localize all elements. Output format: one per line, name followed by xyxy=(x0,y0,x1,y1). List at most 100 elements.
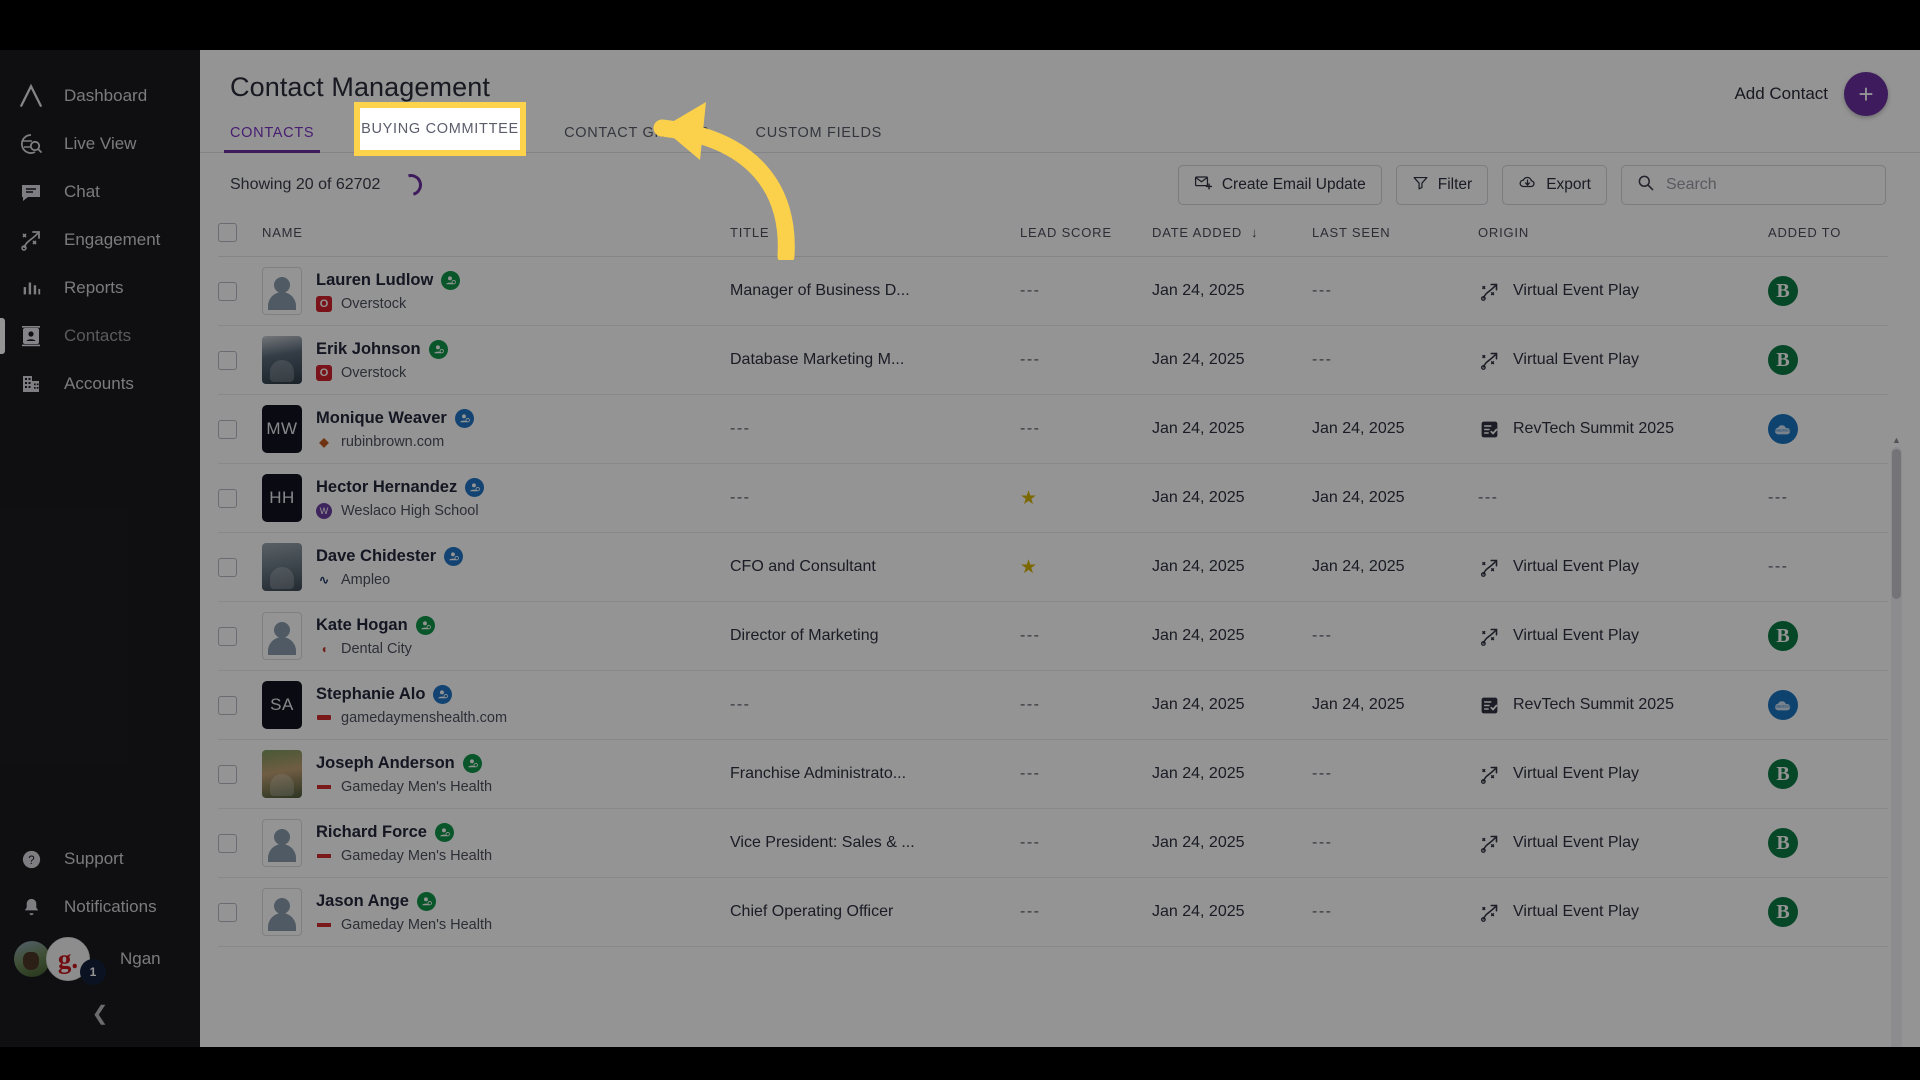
table-row[interactable]: Dave Chidester ∿ Ampleo CFO and Consultant ★… xyxy=(218,533,1888,602)
last-seen-value: Jan 24, 2025 xyxy=(1312,696,1405,713)
row-checkbox[interactable] xyxy=(218,764,237,784)
added-to-group: B xyxy=(1768,276,1888,306)
lead-score-cell: --- xyxy=(1020,602,1152,671)
table-row[interactable]: Kate Hogan ◖ Dental City Director of Market… xyxy=(218,602,1888,671)
contact-name-block: Lauren Ludlow O Overstock xyxy=(316,270,461,312)
row-select-cell xyxy=(218,533,262,602)
table-row[interactable]: Erik Johnson O Overstock Database Marketing… xyxy=(218,326,1888,395)
sidebar-item-support[interactable]: ? Support xyxy=(0,835,200,883)
add-contact-button[interactable]: + xyxy=(1844,72,1888,116)
table-row[interactable]: Joseph Anderson Gameday Men's Health Franc… xyxy=(218,740,1888,809)
contact-name-cell[interactable]: Jason Ange Gameday Men's Health xyxy=(262,878,730,947)
contact-name-cell[interactable]: Dave Chidester ∿ Ampleo xyxy=(262,533,730,602)
table-row[interactable]: MW Monique Weaver ◆ rubinbrown.com --- --- Jan… xyxy=(218,395,1888,464)
column-header-name[interactable]: NAME xyxy=(262,217,730,257)
create-email-update-button[interactable]: Create Email Update xyxy=(1177,165,1382,205)
funnel-icon xyxy=(1412,174,1429,196)
added-to-cell: salesforce xyxy=(1768,671,1888,740)
row-select-cell xyxy=(218,602,262,671)
column-header-origin[interactable]: ORIGIN xyxy=(1478,217,1768,257)
column-header-date-added[interactable]: DATE ADDED ↓ xyxy=(1152,217,1312,257)
contact-name: Jason Ange xyxy=(316,891,409,910)
contacts-table-wrap: NAME TITLE LEAD SCORE DATE ADDED ↓ LAST … xyxy=(200,217,1920,1080)
scroll-up-arrow-icon[interactable]: ▲ xyxy=(1891,435,1902,445)
contact-name-cell[interactable]: Lauren Ludlow O Overstock xyxy=(262,257,730,326)
contact-status-badge-icon xyxy=(454,408,474,428)
sidebar-item-accounts[interactable]: Accounts xyxy=(0,360,200,408)
letterbox-bottom xyxy=(0,1047,1920,1080)
last-seen-cell: --- xyxy=(1312,740,1478,809)
contact-name-cell[interactable]: SA Stephanie Alo gamedaymenshealth.com xyxy=(262,671,730,740)
svg-text:salesforce: salesforce xyxy=(1775,429,1791,433)
empty-value: --- xyxy=(1020,627,1041,644)
contact-card-icon xyxy=(14,321,48,351)
row-checkbox[interactable] xyxy=(218,419,237,439)
contact-name-line: Monique Weaver xyxy=(316,408,474,428)
contact-name-cell[interactable]: MW Monique Weaver ◆ rubinbrown.com xyxy=(262,395,730,464)
column-header-added-to[interactable]: ADDED TO xyxy=(1768,217,1888,257)
row-checkbox[interactable] xyxy=(218,902,237,922)
sidebar-item-reports[interactable]: Reports xyxy=(0,264,200,312)
search-input[interactable] xyxy=(1666,176,1871,194)
tab-contact-groups[interactable]: CONTACT GROUPS xyxy=(564,125,709,152)
contact-company-line: O Overstock xyxy=(316,295,460,312)
contact-name-line: Hector Hernandez xyxy=(316,477,485,497)
tab-contacts[interactable]: CONTACTS xyxy=(223,125,321,153)
contact-name: Lauren Ludlow xyxy=(316,270,434,289)
contact-name: Kate Hogan xyxy=(316,615,408,634)
table-scrollbar[interactable]: ▲ ▼ xyxy=(1891,435,1902,1080)
contact-title: Franchise Administrato... xyxy=(730,765,907,782)
contact-company-line: Gameday Men's Health xyxy=(316,778,492,795)
avatar-placeholder xyxy=(262,267,302,315)
contact-company-line: Gameday Men's Health xyxy=(316,916,492,933)
row-checkbox[interactable] xyxy=(218,557,237,577)
contact-name-cell[interactable]: Erik Johnson O Overstock xyxy=(262,326,730,395)
table-row[interactable]: HH Hector Hernandez W Weslaco High School --… xyxy=(218,464,1888,533)
avatar-photo xyxy=(262,750,302,798)
contact-name-cell[interactable]: Kate Hogan ◖ Dental City xyxy=(262,602,730,671)
sidebar-item-notifications[interactable]: Notifications xyxy=(0,883,200,931)
table-row[interactable]: Richard Force Gameday Men's Health Vice Pr… xyxy=(218,809,1888,878)
play-strategy-icon xyxy=(1478,763,1500,785)
sidebar-item-engagement[interactable]: Engagement xyxy=(0,216,200,264)
row-checkbox[interactable] xyxy=(218,833,237,853)
column-header-title[interactable]: TITLE xyxy=(730,217,1020,257)
tab-custom-fields[interactable]: CUSTOM FIELDS xyxy=(756,125,882,152)
column-header-last-seen[interactable]: LAST SEEN xyxy=(1312,217,1478,257)
filter-button[interactable]: Filter xyxy=(1395,165,1489,205)
row-checkbox[interactable] xyxy=(218,488,237,508)
sidebar-user-profile[interactable]: g. 1 Ngan xyxy=(0,931,200,987)
row-checkbox[interactable] xyxy=(218,350,237,370)
letterbox-top xyxy=(0,0,1920,50)
chevron-left-icon[interactable]: ❮ xyxy=(82,997,119,1030)
contact-name-cell[interactable]: Richard Force Gameday Men's Health xyxy=(262,809,730,878)
table-row[interactable]: Jason Ange Gameday Men's Health Chief Oper… xyxy=(218,878,1888,947)
search-box[interactable] xyxy=(1621,165,1886,205)
origin-cell: Virtual Event Play xyxy=(1478,602,1768,671)
sidebar-item-contacts[interactable]: Contacts xyxy=(0,312,200,360)
highlight-box-buying-committee[interactable]: BUYING COMMITTEE xyxy=(354,102,526,156)
date-added-cell: Jan 24, 2025 xyxy=(1152,351,1245,368)
scrollbar-thumb[interactable] xyxy=(1892,449,1901,599)
sidebar-item-live-view[interactable]: Live View xyxy=(0,120,200,168)
export-button[interactable]: Export xyxy=(1502,165,1607,205)
column-header-lead-score[interactable]: LEAD SCORE xyxy=(1020,217,1152,257)
select-all-checkbox[interactable] xyxy=(218,223,237,242)
company-favicon-icon: O xyxy=(316,295,332,312)
toolbar-actions: Create Email Update Filter Export Search xyxy=(1177,165,1886,205)
last-seen-cell: Jan 24, 2025 xyxy=(1312,395,1478,464)
row-checkbox[interactable] xyxy=(218,281,237,301)
row-select-cell xyxy=(218,464,262,533)
table-row[interactable]: SA Stephanie Alo gamedaymenshealth.com --- -… xyxy=(218,671,1888,740)
contact-name-cell[interactable]: Joseph Anderson Gameday Men's Health xyxy=(262,740,730,809)
table-row[interactable]: Lauren Ludlow O Overstock Manager of Busine… xyxy=(218,257,1888,326)
origin-value-group: Virtual Event Play xyxy=(1478,832,1768,854)
row-checkbox[interactable] xyxy=(218,695,237,715)
sidebar-item-chat[interactable]: Chat xyxy=(0,168,200,216)
sidebar-item-dashboard[interactable]: Dashboard xyxy=(0,72,200,120)
contact-name-cell[interactable]: HH Hector Hernandez W Weslaco High School xyxy=(262,464,730,533)
empty-value: --- xyxy=(1020,765,1041,782)
sidebar-collapse-row: ❮ xyxy=(0,987,200,1039)
row-checkbox[interactable] xyxy=(218,626,237,646)
